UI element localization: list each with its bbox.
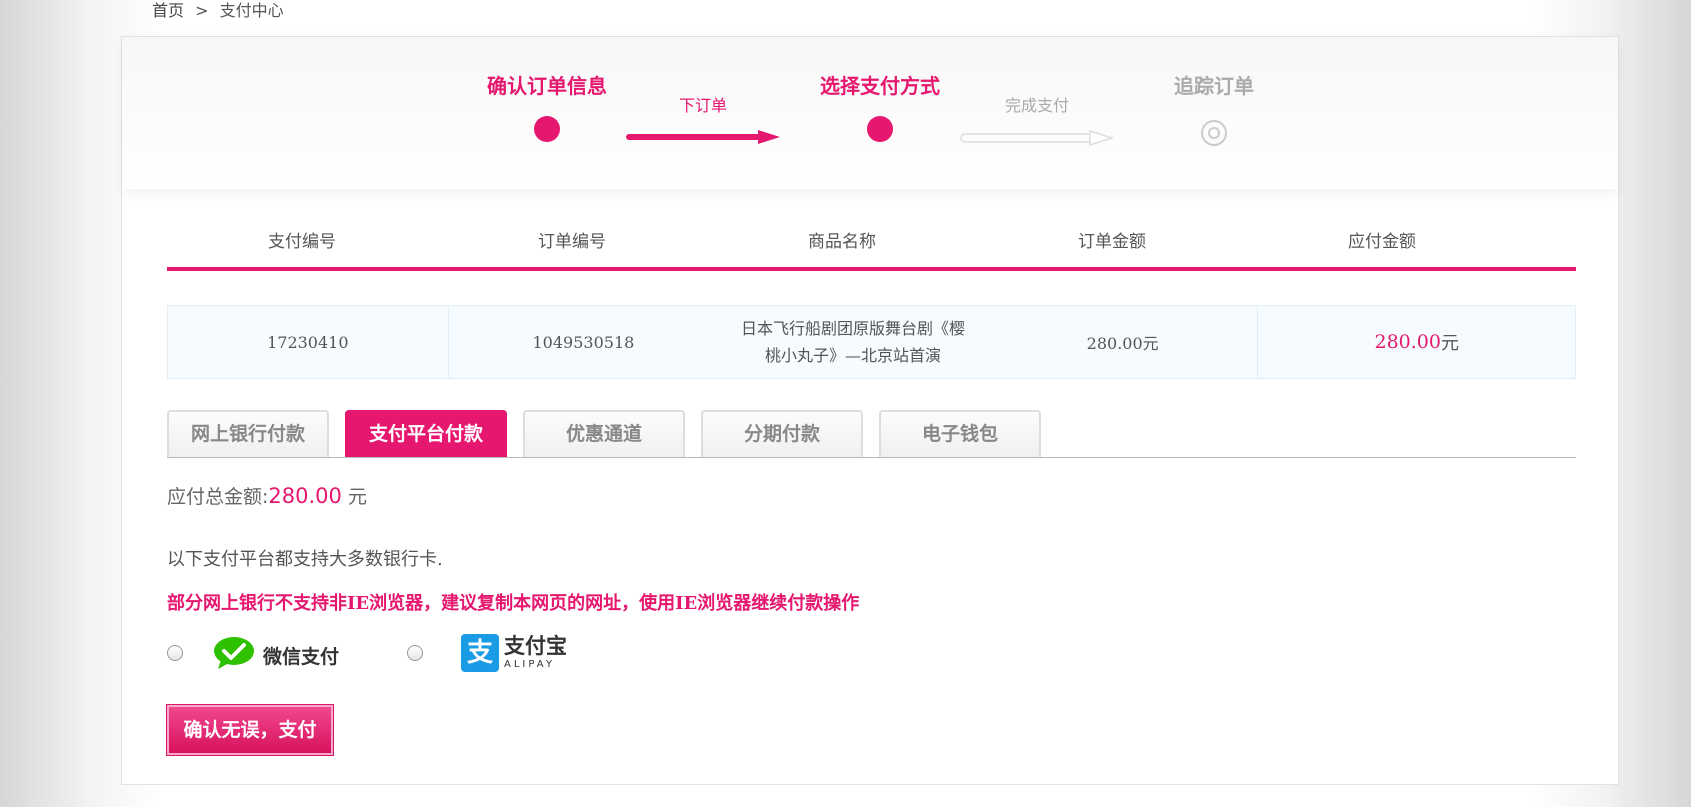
- breadcrumb-separator: >: [195, 1, 209, 20]
- progress-steps: 确认订单信息 下订单 选择支付方式 完成支付 追踪订单: [122, 37, 1618, 189]
- wechat-pay-label: 微信支付: [263, 645, 340, 668]
- connector-label: 下订单: [678, 96, 727, 115]
- cell-order-no: 1049530518: [532, 332, 635, 352]
- step-confirm-order: 确认订单信息: [457, 73, 637, 142]
- tab-discount-channel[interactable]: 优惠通道: [523, 410, 685, 457]
- alipay-wordmark: 支付宝 ALIPAY: [504, 636, 567, 670]
- connector-label: 完成支付: [1004, 96, 1069, 115]
- alipay-logo-icon: 支: [461, 634, 499, 672]
- step-track-order: 追踪订单: [1124, 73, 1304, 146]
- total-amount-line: 应付总金额:280.00 元: [167, 482, 367, 509]
- breadcrumb-home-link[interactable]: 首页: [152, 1, 184, 20]
- tab-payment-platform[interactable]: 支付平台付款: [345, 410, 507, 457]
- confirm-pay-button[interactable]: 确认无误，支付: [166, 704, 334, 756]
- total-unit: 元: [347, 486, 367, 508]
- header-order-amount: 订单金额: [1078, 232, 1146, 252]
- tab-e-wallet[interactable]: 电子钱包: [879, 410, 1041, 457]
- header-order-no: 订单编号: [538, 232, 606, 252]
- alipay-en-label: ALIPAY: [504, 659, 555, 670]
- order-table-header: 支付编号 订单编号 商品名称 订单金额 应付金额: [167, 223, 1576, 271]
- payment-method-tabs: 网上银行付款 支付平台付款 优惠通道 分期付款 电子钱包: [167, 410, 1576, 458]
- breadcrumb-current: 支付中心: [219, 1, 284, 20]
- step-current-dot-icon: [867, 116, 893, 142]
- payment-options: 微信支付 支 支付宝 ALIPAY: [167, 631, 767, 681]
- header-payment-no: 支付编号: [268, 232, 336, 252]
- step-title: 追踪订单: [1174, 74, 1254, 98]
- header-payable-amount: 应付金额: [1348, 232, 1416, 252]
- total-label: 应付总金额:: [167, 486, 269, 508]
- alipay-cn-label: 支付宝: [504, 634, 567, 658]
- payment-panel: 确认订单信息 下订单 选择支付方式 完成支付 追踪订单 支付编号 订单编号 商品…: [121, 36, 1619, 785]
- cell-order-amount: 280.00元: [1086, 334, 1159, 353]
- wechat-logo-icon: [213, 636, 255, 674]
- cell-payable-amount: 280.00 元: [1257, 306, 1575, 378]
- alipay-option[interactable]: 支 支付宝 ALIPAY: [461, 631, 567, 675]
- step-title: 确认订单信息: [487, 74, 607, 98]
- alipay-radio[interactable]: [407, 645, 423, 661]
- arrow-right-icon: [626, 130, 780, 144]
- table-row: 17230410 1049530518 日本飞行船剧团原版舞台剧《樱桃小丸子》—…: [167, 305, 1576, 379]
- connector-complete-payment: 完成支付: [960, 95, 1114, 146]
- tab-online-banking[interactable]: 网上银行付款: [167, 410, 329, 457]
- wechat-radio[interactable]: [167, 645, 183, 661]
- arrow-right-outline-icon: [960, 130, 1114, 146]
- step-select-payment: 选择支付方式: [790, 73, 970, 142]
- tab-installment[interactable]: 分期付款: [701, 410, 863, 457]
- cell-product-name: 日本飞行船剧团原版舞台剧《樱桃小丸子》—北京站首演: [741, 319, 966, 365]
- breadcrumb: 首页 > 支付中心: [152, 0, 284, 22]
- step-pending-ring-icon: [1201, 120, 1227, 146]
- info-text: 以下支付平台都支持大多数银行卡.: [167, 549, 443, 570]
- step-done-dot-icon: [534, 116, 560, 142]
- step-title: 选择支付方式: [820, 74, 940, 98]
- cell-payment-no: 17230410: [168, 306, 449, 378]
- header-product-name: 商品名称: [808, 232, 876, 252]
- wechat-pay-option[interactable]: 微信支付: [213, 635, 339, 675]
- connector-place-order: 下订单: [626, 95, 780, 144]
- warning-text: 部分网上银行不支持非IE浏览器，建议复制本网页的网址，使用IE浏览器继续付款操作: [167, 593, 860, 614]
- payable-amount-value: 280.00: [1374, 331, 1441, 353]
- total-value: 280.00: [268, 484, 342, 508]
- payable-amount-unit: 元: [1440, 333, 1459, 354]
